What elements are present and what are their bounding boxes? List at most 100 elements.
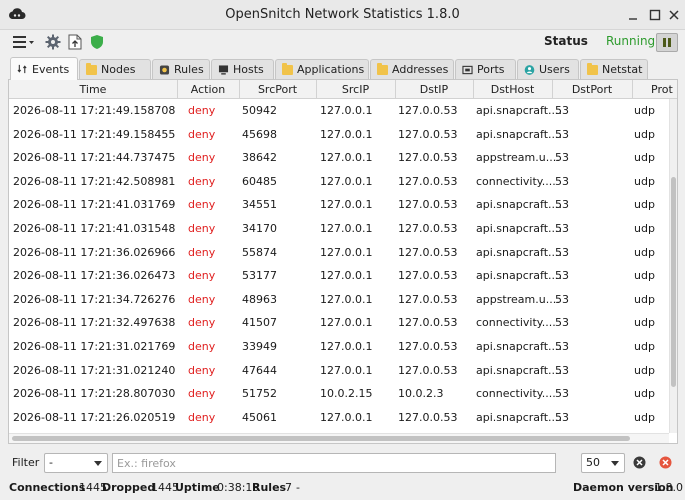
pause-button[interactable] (656, 33, 678, 52)
export-button[interactable] (66, 34, 84, 50)
clear-filter-icon[interactable] (633, 456, 646, 469)
table-row[interactable]: 2026-08-11 17:21:31.021769 deny 33949 127.0… (9, 335, 669, 359)
cell-time: 2026-08-11 17:21:26.020519 (13, 410, 176, 424)
cell-dstport: 53 (555, 387, 569, 401)
cell-action: deny (188, 340, 216, 353)
table-row[interactable]: 2026-08-11 17:21:26.020519 deny 45061 127.0… (9, 406, 669, 430)
cell-srcip: 127.0.0.1 (320, 245, 373, 259)
minimize-icon[interactable] (626, 8, 640, 22)
filter-bar: Filter - 50 (0, 450, 685, 476)
table-row[interactable]: 2026-08-11 17:21:41.031548 deny 34170 127.0… (9, 217, 669, 241)
tab-netstat[interactable]: Netstat (580, 59, 648, 79)
vertical-scrollbar[interactable] (669, 99, 677, 433)
column-header-srcip[interactable]: SrcIP (316, 83, 395, 96)
table-row[interactable]: 2026-08-11 17:21:44.737475 deny 38642 127.0… (9, 146, 669, 170)
cell-prot: udp (634, 340, 655, 353)
cell-action: deny (188, 316, 216, 330)
cell-dsthost: connectivity.... (476, 387, 556, 401)
folder-icon (282, 62, 293, 75)
cell-dstport: 53 (555, 198, 569, 212)
cell-srcport: 53177 (242, 269, 277, 283)
title-bar: OpenSnitch Network Statistics 1.8.0 (0, 0, 685, 30)
cell-dstport: 53 (555, 340, 569, 353)
tab-label: Nodes (101, 63, 136, 76)
cell-dsthost: api.snapcraft.... (476, 410, 562, 424)
cell-dstip: 10.0.2.3 (398, 387, 444, 401)
column-header-dsthost[interactable]: DstHost (473, 83, 552, 96)
column-header-dstip[interactable]: DstIP (395, 83, 473, 96)
tab-hosts[interactable]: Hosts (211, 59, 274, 79)
delete-icon[interactable] (659, 456, 672, 469)
table-row[interactable]: 2026-08-11 17:21:36.026966 deny 55874 127.0… (9, 241, 669, 265)
maximize-icon[interactable] (648, 8, 662, 22)
cell-srcport: 34551 (242, 198, 277, 212)
cell-prot: udp (634, 151, 655, 165)
cell-time: 2026-08-11 17:21:42.508981 (13, 174, 176, 188)
scrollbar-thumb[interactable] (671, 177, 676, 387)
table-row[interactable]: 2026-08-11 17:21:31.021240 deny 47644 127.0… (9, 359, 669, 383)
cell-action: deny (188, 222, 216, 235)
cell-srcip: 127.0.0.1 (320, 127, 373, 141)
cell-srcport: 47644 (242, 363, 277, 377)
table-header: Time Action SrcPort SrcIP DstIP DstHost … (9, 80, 677, 99)
cell-time: 2026-08-11 17:21:36.026966 (13, 245, 176, 259)
table-row[interactable]: 2026-08-11 17:21:32.497638 deny 41507 127.0… (9, 311, 669, 335)
tab-users[interactable]: Users (517, 59, 579, 79)
cell-dstip: 127.0.0.53 (398, 104, 458, 117)
close-icon[interactable] (667, 8, 681, 22)
column-header-srcport[interactable]: SrcPort (239, 83, 316, 96)
scrollbar-thumb[interactable] (12, 436, 630, 441)
cell-dsthost: api.snapcraft.... (476, 104, 562, 117)
cell-action: deny (188, 292, 216, 306)
table-row[interactable]: 2026-08-11 17:21:36.026473 deny 53177 127.0… (9, 264, 669, 288)
tab-addresses[interactable]: Addresses (370, 59, 454, 79)
filter-input[interactable] (112, 453, 556, 473)
table-row[interactable]: 2026-08-11 17:21:42.508981 deny 60485 127.0… (9, 170, 669, 194)
cell-dstip: 127.0.0.53 (398, 269, 458, 283)
action-filter-select[interactable]: - (44, 453, 108, 473)
events-icon (17, 64, 27, 74)
cell-dstip: 127.0.0.53 (398, 127, 458, 141)
settings-button[interactable] (44, 34, 62, 50)
user-icon (524, 64, 535, 75)
limit-select[interactable]: 50 (581, 453, 625, 473)
column-header-protocol[interactable]: Prot (651, 83, 673, 96)
connections-label: Connections (9, 481, 86, 494)
rules-extra: - (296, 481, 300, 494)
cell-srcport: 60485 (242, 174, 277, 188)
cell-action: deny (188, 174, 216, 188)
tab-events[interactable]: Events (10, 57, 78, 80)
column-header-time[interactable]: Time (9, 83, 177, 96)
table-row[interactable]: 2026-08-11 17:21:34.726276 deny 48963 127.0… (9, 288, 669, 312)
column-header-dstport[interactable]: DstPort (552, 83, 632, 96)
cell-action: deny (188, 269, 216, 283)
tab-rules[interactable]: Rules (152, 59, 210, 79)
horizontal-scrollbar[interactable] (9, 433, 669, 443)
tab-applications[interactable]: Applications (275, 59, 369, 79)
events-table-body: 2026-08-11 17:21:49.158708 deny 50942 127.0… (9, 99, 669, 443)
cell-action: deny (188, 198, 216, 212)
firewall-button[interactable] (88, 34, 106, 50)
table-row[interactable]: 2026-08-11 17:21:41.031769 deny 34551 127.0… (9, 193, 669, 217)
toolbar: Status Running (0, 30, 685, 54)
tab-nodes[interactable]: Nodes (79, 59, 151, 79)
table-row[interactable]: 2026-08-11 17:21:28.807030 deny 51752 10.0.… (9, 382, 669, 406)
cell-time: 2026-08-11 17:21:28.807030 (13, 387, 176, 401)
window-title: OpenSnitch Network Statistics 1.8.0 (225, 7, 460, 22)
cell-dstport: 53 (555, 363, 569, 377)
column-header-action[interactable]: Action (177, 83, 239, 96)
main-menu-button[interactable] (12, 34, 36, 50)
tab-label: Rules (174, 63, 204, 76)
cell-dsthost: connectivity.... (476, 174, 556, 188)
table-row[interactable]: 2026-08-11 17:21:49.158708 deny 50942 127.0… (9, 99, 669, 123)
cell-dstport: 53 (555, 245, 569, 259)
cell-dsthost: api.snapcraft.... (476, 269, 562, 283)
cell-action: deny (188, 245, 216, 259)
cell-srcport: 51752 (242, 387, 277, 401)
tab-ports[interactable]: Ports (455, 59, 516, 79)
table-row[interactable]: 2026-08-11 17:21:49.158455 deny 45698 127.0… (9, 123, 669, 147)
status-value: Running (606, 34, 656, 48)
uptime-label: Uptime (175, 481, 220, 494)
cell-dstport: 53 (555, 151, 569, 165)
document-icon (68, 34, 82, 50)
